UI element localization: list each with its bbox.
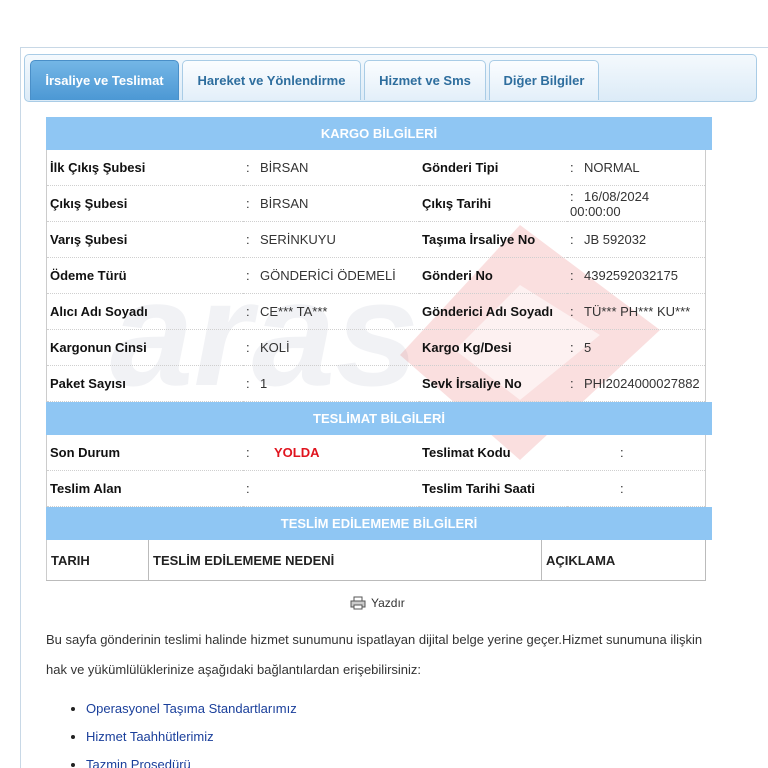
note-line: hak ve yükümlülüklerinize aşağıdaki bağl…	[46, 662, 422, 677]
field-label: Kargo Kg/Desi	[419, 329, 567, 366]
link-compensation-procedure[interactable]: Tazmin Prosedürü	[86, 757, 191, 768]
list-item: Operasyonel Taşıma Standartlarımız	[86, 695, 297, 723]
column-description: AÇIKLAMA	[541, 540, 706, 581]
colon: :	[570, 340, 574, 355]
table-row: İlk Çıkış Şubesi: BİRSAN Gönderi Tipi: NORM…	[46, 150, 706, 186]
list-item: Tazmin Prosedürü	[86, 751, 297, 768]
field-value: 1	[260, 376, 268, 391]
table-header-row: TARIH TESLİM EDİLEMEME NEDENİ AÇIKLAMA	[46, 540, 706, 581]
field-value: BİRSAN	[260, 196, 309, 211]
receiver-label: Teslim Alan	[46, 470, 243, 507]
colon: :	[246, 160, 250, 175]
colon: :	[246, 481, 250, 496]
table-row: Son Durum : YOLDA Teslimat Kodu :	[46, 435, 706, 471]
delivery-code-label: Teslimat Kodu	[419, 435, 567, 471]
print-button[interactable]: Yazdır	[350, 596, 405, 610]
colon: :	[246, 196, 250, 211]
status-label: Son Durum	[46, 435, 243, 471]
field-label: Gönderi No	[419, 257, 567, 294]
field-value: PHI2024000027882	[584, 376, 700, 391]
link-operational-standards[interactable]: Operasyonel Taşıma Standartlarımız	[86, 701, 297, 716]
field-value: KOLİ	[260, 340, 290, 355]
table-row: Teslim Alan : Teslim Tarihi Saati :	[46, 470, 706, 507]
field-label: Kargonun Cinsi	[46, 329, 243, 366]
printer-icon	[350, 596, 366, 610]
undelivered-section-title: TESLİM EDİLEMEME BİLGİLERİ	[46, 507, 712, 540]
table-row: Çıkış Şubesi: BİRSAN Çıkış Tarihi:16/08/20…	[46, 185, 706, 222]
field-value: CE*** TA***	[260, 304, 328, 319]
colon: :	[620, 481, 624, 496]
colon: :	[570, 188, 574, 204]
field-label: İlk Çıkış Şubesi	[46, 150, 243, 186]
field-label: Gönderi Tipi	[419, 150, 567, 186]
table-row: Alıcı Adı Soyadı: CE*** TA*** Gönderici Ad…	[46, 293, 706, 330]
delivery-section-title: TESLİMAT BİLGİLERİ	[46, 402, 712, 435]
column-date: TARIH	[46, 540, 149, 581]
tab-waybill-delivery[interactable]: İrsaliye ve Teslimat	[30, 60, 179, 100]
delivery-table: Son Durum : YOLDA Teslimat Kodu : Teslim …	[46, 435, 706, 507]
legal-note: Bu sayfa gönderinin teslimi halinde hizm…	[46, 625, 746, 685]
colon: :	[246, 232, 250, 247]
cargo-section-title: KARGO BİLGİLERİ	[46, 117, 712, 150]
print-label: Yazdır	[371, 596, 405, 610]
info-panel: KARGO BİLGİLERİ İlk Çıkış Şubesi: BİRSAN G…	[46, 117, 712, 581]
colon: :	[246, 268, 250, 283]
colon: :	[246, 340, 250, 355]
field-label: Varış Şubesi	[46, 221, 243, 258]
colon: :	[570, 232, 574, 247]
field-value: TÜ*** PH*** KU***	[584, 304, 691, 319]
field-label: Sevk İrsaliye No	[419, 365, 567, 402]
status-value: YOLDA	[274, 445, 320, 460]
field-value: JB 592032	[584, 232, 647, 247]
cargo-table: İlk Çıkış Şubesi: BİRSAN Gönderi Tipi: NORM…	[46, 150, 706, 402]
colon: :	[246, 376, 250, 391]
colon: :	[620, 445, 624, 460]
colon: :	[246, 445, 250, 460]
tab-service-sms[interactable]: Hizmet ve Sms	[364, 60, 486, 100]
table-row: Paket Sayısı:1 Sevk İrsaliye No: PHI202400…	[46, 365, 706, 402]
field-label: Alıcı Adı Soyadı	[46, 293, 243, 330]
tab-other-info[interactable]: Diğer Bilgiler	[489, 60, 599, 100]
note-line: Bu sayfa gönderinin teslimi halinde hizm…	[46, 632, 703, 647]
field-value: GÖNDERİCİ ÖDEMELİ	[260, 268, 396, 283]
field-label: Çıkış Şubesi	[46, 185, 243, 222]
field-value: BİRSAN	[260, 160, 309, 175]
undelivered-table: TARIH TESLİM EDİLEMEME NEDENİ AÇIKLAMA	[46, 540, 706, 581]
delivery-datetime-label: Teslim Tarihi Saati	[419, 470, 567, 507]
field-value: 4392592032175	[584, 268, 678, 283]
colon: :	[570, 304, 574, 319]
field-label: Çıkış Tarihi	[419, 185, 567, 222]
field-label: Ödeme Türü	[46, 257, 243, 294]
field-value: SERİNKUYU	[260, 232, 336, 247]
field-value: 5	[584, 340, 592, 355]
field-value: NORMAL	[584, 160, 640, 175]
field-label: Gönderici Adı Soyadı	[419, 293, 567, 330]
colon: :	[570, 160, 574, 175]
colon: :	[246, 304, 250, 319]
field-label: Paket Sayısı	[46, 365, 243, 402]
table-row: Varış Şubesi: SERİNKUYU Taşıma İrsaliye No…	[46, 221, 706, 258]
column-reason: TESLİM EDİLEMEME NEDENİ	[148, 540, 542, 581]
link-list: Operasyonel Taşıma Standartlarımız Hizme…	[46, 695, 297, 768]
link-service-commitments[interactable]: Hizmet Taahhütlerimiz	[86, 729, 214, 744]
table-row: Kargonun Cinsi: KOLİ Kargo Kg/Desi:5	[46, 329, 706, 366]
list-item: Hizmet Taahhütlerimiz	[86, 723, 297, 751]
field-label: Taşıma İrsaliye No	[419, 221, 567, 258]
colon: :	[570, 268, 574, 283]
tab-movement-routing[interactable]: Hareket ve Yönlendirme	[182, 60, 361, 100]
table-row: Ödeme Türü: GÖNDERİCİ ÖDEMELİ Gönderi No:4…	[46, 257, 706, 294]
colon: :	[570, 376, 574, 391]
